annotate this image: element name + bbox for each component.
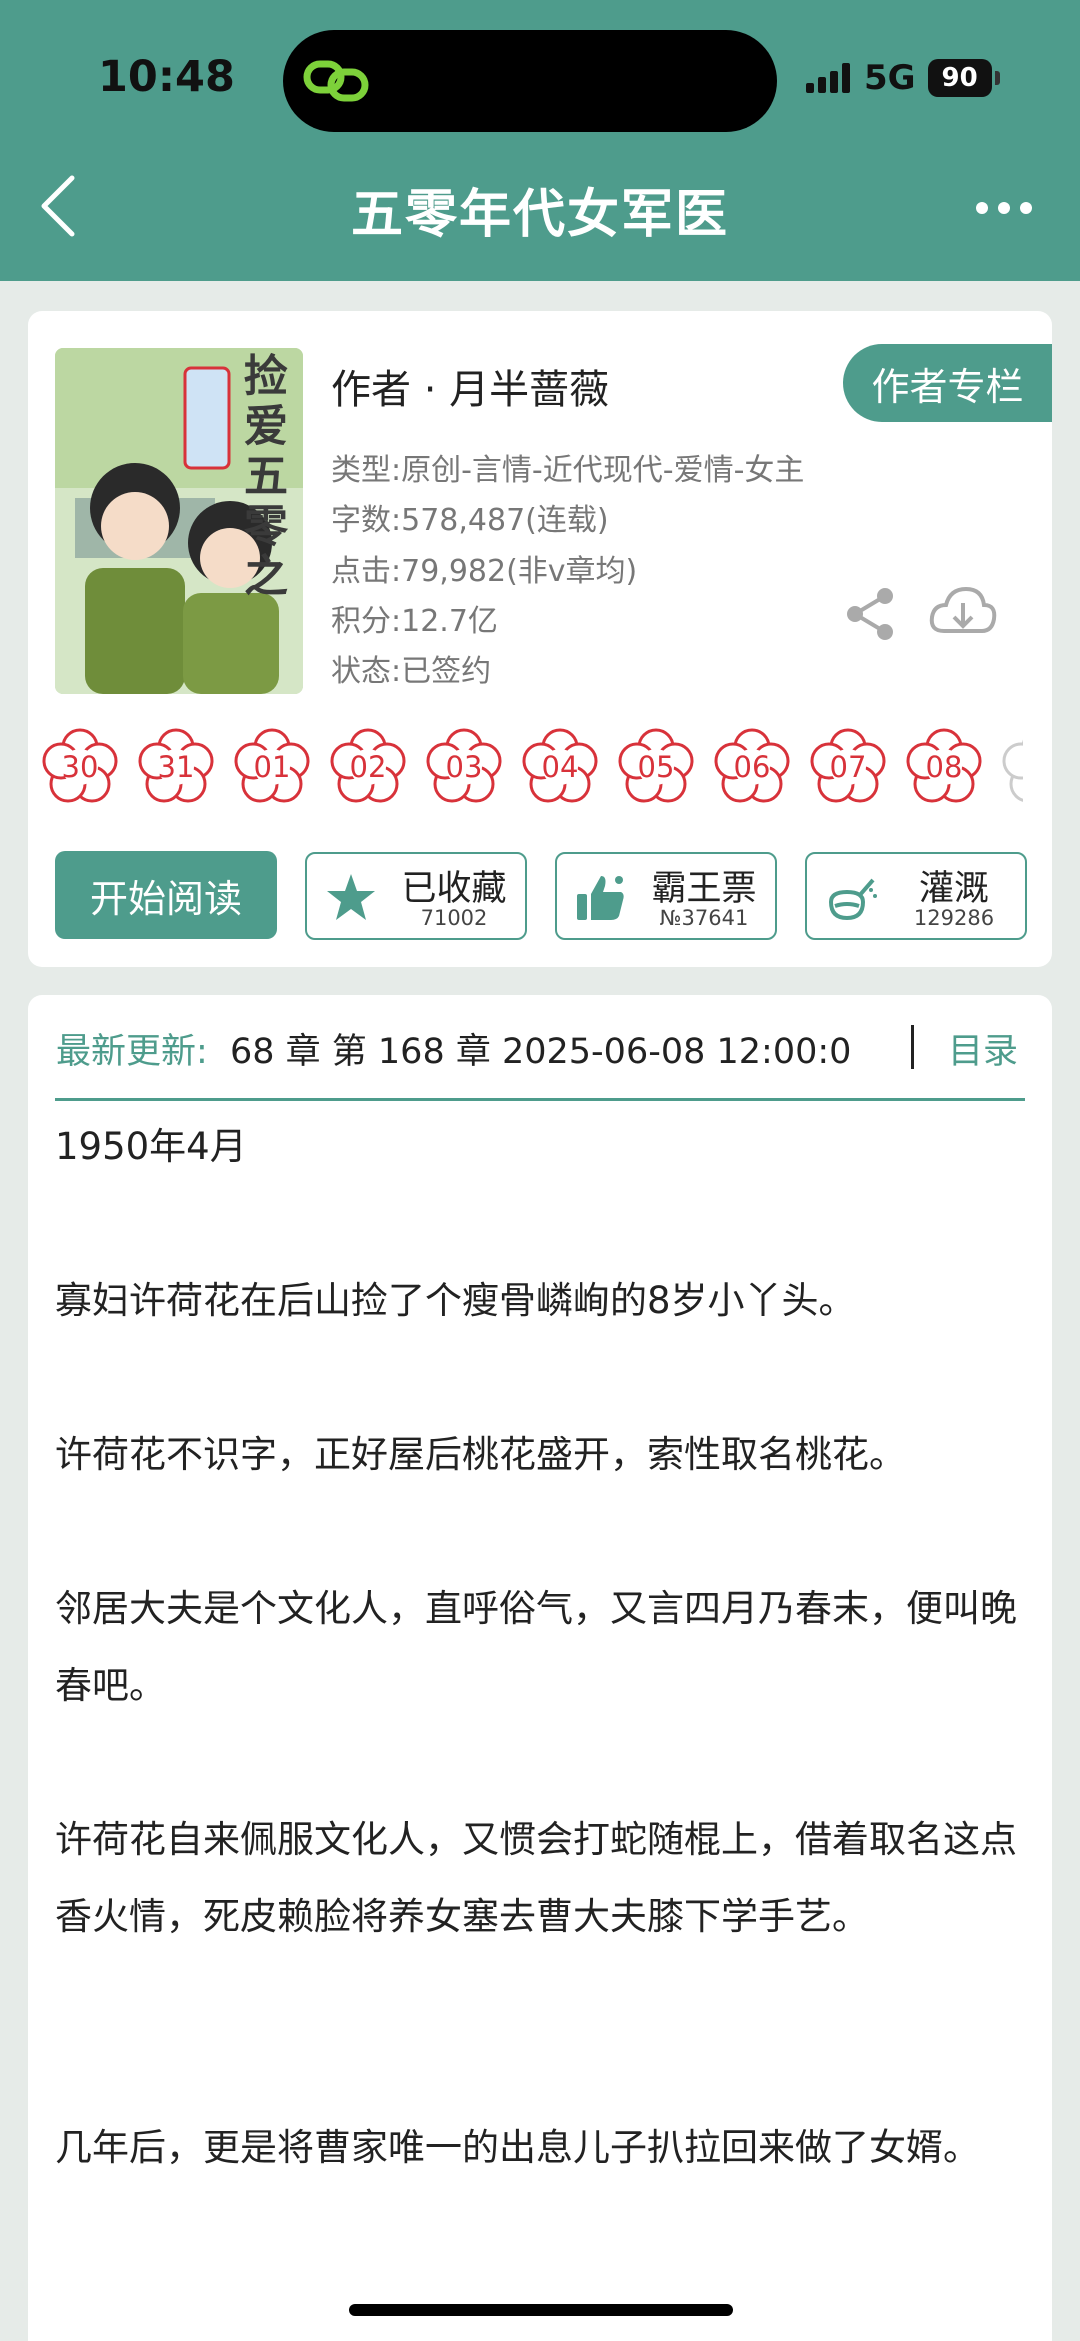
ticket-count: №37641 xyxy=(659,906,749,930)
collect-label: 已收藏 xyxy=(401,869,507,909)
flower-date: 07 xyxy=(829,750,867,784)
content-paragraph: 寡妇许荷花在后山捡了个瘦骨嶙峋的8岁小丫头。 xyxy=(55,1279,856,1322)
water-label: 灌溉 xyxy=(918,869,989,909)
water-button[interactable]: 灌溉 129286 xyxy=(805,852,1027,940)
divider xyxy=(911,1025,914,1069)
download-icon[interactable] xyxy=(928,583,998,643)
status-indicators: 5G 90 xyxy=(806,56,1000,100)
signal-icon xyxy=(806,63,850,93)
flower-calendar: 30 31 01 02 03 04 05 06 07 08 xyxy=(38,725,1023,815)
content-paragraph: 许荷花自来佩服文化人，又惯会打蛇随棍上，借着取名这点香火情，死皮赖脸将养女塞去曹… xyxy=(55,1818,1017,1938)
flower-badge[interactable]: 02 xyxy=(326,725,410,809)
book-clicks: 点击:79,982(非v章均) xyxy=(331,554,638,589)
home-indicator[interactable] xyxy=(349,2304,733,2316)
latest-update-text[interactable]: 68 章 第 168 章 2025-06-08 12:00:0 xyxy=(230,1023,888,1074)
flower-date: 03 xyxy=(445,750,483,784)
book-word-count: 字数:578,487(连载) xyxy=(331,503,609,538)
flower-badge[interactable]: 04 xyxy=(518,725,602,809)
water-count: 129286 xyxy=(913,906,995,930)
flower-badge[interactable]: 30 xyxy=(38,725,122,809)
flower-badge[interactable]: 03 xyxy=(422,725,506,809)
content-card: 最新更新: 68 章 第 168 章 2025-06-08 12:00:0 目录… xyxy=(28,995,1052,2341)
collect-count: 71002 xyxy=(420,906,488,930)
author-name[interactable]: 作者 · 月半蔷薇 xyxy=(331,357,609,415)
flower-badge[interactable]: 08 xyxy=(902,725,986,809)
flower-badge[interactable]: 31 xyxy=(134,725,218,809)
table-of-contents-link[interactable]: 目录 xyxy=(948,1023,1018,1074)
book-cover[interactable]: 捡爱五零之 xyxy=(55,348,303,694)
content-paragraph: 许荷花不识字，正好屋后桃花盛开，索性取名桃花。 xyxy=(55,1433,906,1476)
status-time: 10:48 xyxy=(98,52,235,102)
flower-badge[interactable]: 01 xyxy=(230,725,314,809)
flower-date: 31 xyxy=(157,750,195,784)
book-type: 类型:原创-言情-近代现代-爱情-女主 xyxy=(331,453,805,488)
star-icon xyxy=(327,874,375,920)
book-points: 积分:12.7亿 xyxy=(331,604,498,639)
thumbs-up-icon xyxy=(577,876,624,920)
flower-badge[interactable]: 05 xyxy=(614,725,698,809)
start-reading-button[interactable]: 开始阅读 xyxy=(55,851,277,939)
flower-badge[interactable]: 06 xyxy=(710,725,794,809)
share-icon[interactable] xyxy=(843,586,899,642)
latest-update-label: 最新更新: xyxy=(56,1032,208,1072)
content-paragraph: 1950年4月 xyxy=(55,1125,247,1168)
book-info-card: 捡爱五零之 作者 · 月半蔷薇 作者专栏 类型:原创-言情-近代现代-爱情-女主… xyxy=(28,311,1052,967)
ticket-label: 霸王票 xyxy=(651,869,757,909)
flower-badge[interactable]: 07 xyxy=(806,725,890,809)
battery-icon: 90 xyxy=(927,59,992,97)
link-app-icon xyxy=(303,60,369,102)
ticket-button[interactable]: 霸王票 №37641 xyxy=(555,852,777,940)
book-status: 状态:已签约 xyxy=(331,654,492,689)
cover-title: 捡爱五零之 xyxy=(244,351,288,602)
more-icon[interactable] xyxy=(974,196,1034,220)
author-column-button[interactable]: 作者专栏 xyxy=(843,344,1052,422)
page-title: 五零年代女军医 xyxy=(350,185,729,245)
collect-button[interactable]: 已收藏 71002 xyxy=(305,852,527,940)
dynamic-island xyxy=(283,30,777,132)
battery-tip xyxy=(994,71,1000,85)
flower-date: 02 xyxy=(349,750,387,784)
content-paragraph: 几年后，更是将曹家唯一的出息儿子扒拉回来做了女婿。 xyxy=(55,2126,980,2169)
app-header: 10:48 5G 90 五零年代女军医 xyxy=(0,0,1080,281)
flower-date: 01 xyxy=(253,750,291,784)
content-paragraph: 邻居大夫是个文化人，直呼俗气，又言四月乃春末，便叫晚春吧。 xyxy=(55,1587,1017,1707)
flower-date: 04 xyxy=(541,750,579,784)
flower-date: 05 xyxy=(637,750,675,784)
flower-badge-partial xyxy=(998,725,1023,809)
flower-date: 06 xyxy=(733,750,771,784)
watering-can-icon xyxy=(828,878,877,921)
network-type: 5G xyxy=(864,58,916,98)
flower-date: 08 xyxy=(925,750,963,784)
flower-icon xyxy=(1002,739,1023,802)
section-divider xyxy=(55,1098,1025,1101)
flower-date: 30 xyxy=(61,750,99,784)
